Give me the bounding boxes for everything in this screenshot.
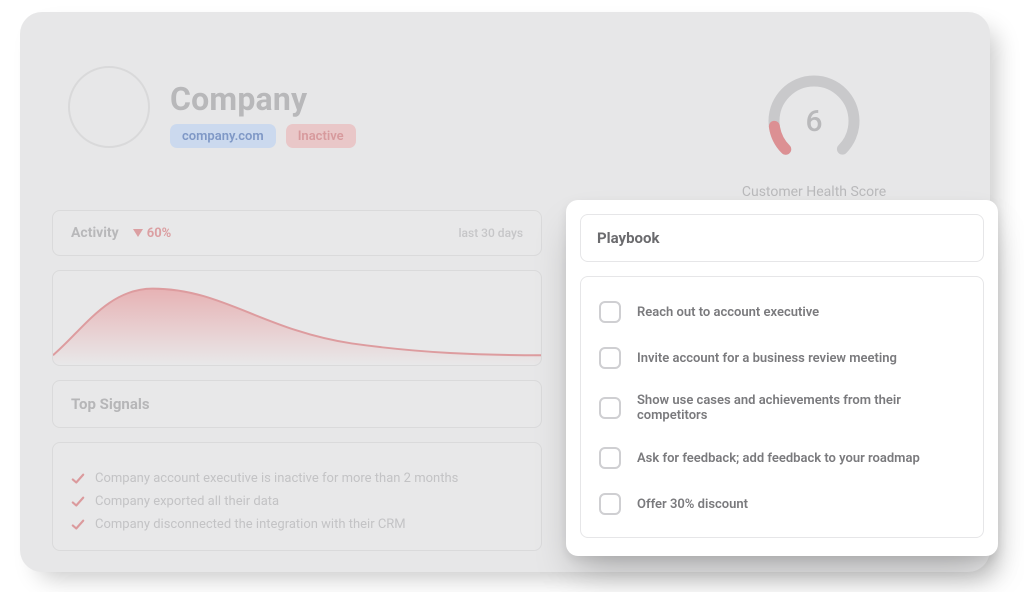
activity-range: last 30 days <box>459 226 524 240</box>
trend-down-icon <box>133 229 143 237</box>
signal-item: Company exported all their data <box>71 490 523 513</box>
health-score-value: 6 <box>759 66 869 176</box>
playbook-item-label: Ask for feedback; add feedback to your r… <box>637 451 920 466</box>
signals-title: Top Signals <box>71 395 523 413</box>
checkbox[interactable] <box>599 397 621 419</box>
left-column: Activity 60% last 30 days <box>52 210 542 551</box>
checkbox[interactable] <box>599 447 621 469</box>
signals-title-panel: Top Signals <box>52 380 542 428</box>
header-badges: company.com Inactive <box>170 124 356 148</box>
company-name: Company <box>170 80 356 118</box>
health-score-label: Customer Health Score <box>714 184 914 200</box>
activity-delta-value: 60% <box>147 226 172 241</box>
signal-text: Company account executive is inactive fo… <box>95 471 458 486</box>
playbook-item-label: Show use cases and achievements from the… <box>637 393 965 423</box>
header: Company company.com Inactive 6 Custom <box>60 48 950 188</box>
company-status-badge: Inactive <box>286 124 356 148</box>
activity-sparkline <box>53 271 541 365</box>
playbook-item[interactable]: Invite account for a business review mee… <box>595 335 969 381</box>
playbook-title: Playbook <box>580 214 984 262</box>
checkbox[interactable] <box>599 347 621 369</box>
signals-list-panel: Company account executive is inactive fo… <box>52 442 542 551</box>
activity-chart-panel <box>52 270 542 366</box>
checkbox[interactable] <box>599 493 621 515</box>
check-icon <box>71 495 85 509</box>
health-gauge: 6 <box>759 66 869 176</box>
activity-delta: 60% <box>133 226 172 241</box>
activity-header-panel: Activity 60% last 30 days <box>52 210 542 256</box>
company-domain-badge[interactable]: company.com <box>170 124 276 148</box>
playbook-item-label: Reach out to account executive <box>637 305 819 320</box>
check-icon <box>71 472 85 486</box>
signal-text: Company disconnected the integration wit… <box>95 517 406 532</box>
company-avatar <box>68 66 150 148</box>
playbook-item-label: Invite account for a business review mee… <box>637 351 897 366</box>
checkbox[interactable] <box>599 301 621 323</box>
playbook-item[interactable]: Show use cases and achievements from the… <box>595 381 969 435</box>
header-text: Company company.com Inactive <box>170 80 356 148</box>
health-score-widget: 6 Customer Health Score <box>714 66 914 200</box>
signal-text: Company exported all their data <box>95 494 279 509</box>
check-icon <box>71 518 85 532</box>
playbook-item[interactable]: Reach out to account executive <box>595 289 969 335</box>
activity-title: Activity <box>71 225 119 241</box>
playbook-item[interactable]: Ask for feedback; add feedback to your r… <box>595 435 969 481</box>
signal-item: Company disconnected the integration wit… <box>71 513 523 536</box>
playbook-item-label: Offer 30% discount <box>637 497 748 512</box>
playbook-card: Playbook Reach out to account executive I… <box>566 200 998 556</box>
playbook-item[interactable]: Offer 30% discount <box>595 481 969 527</box>
signal-item: Company account executive is inactive fo… <box>71 467 523 490</box>
playbook-list: Reach out to account executive Invite acc… <box>580 276 984 538</box>
